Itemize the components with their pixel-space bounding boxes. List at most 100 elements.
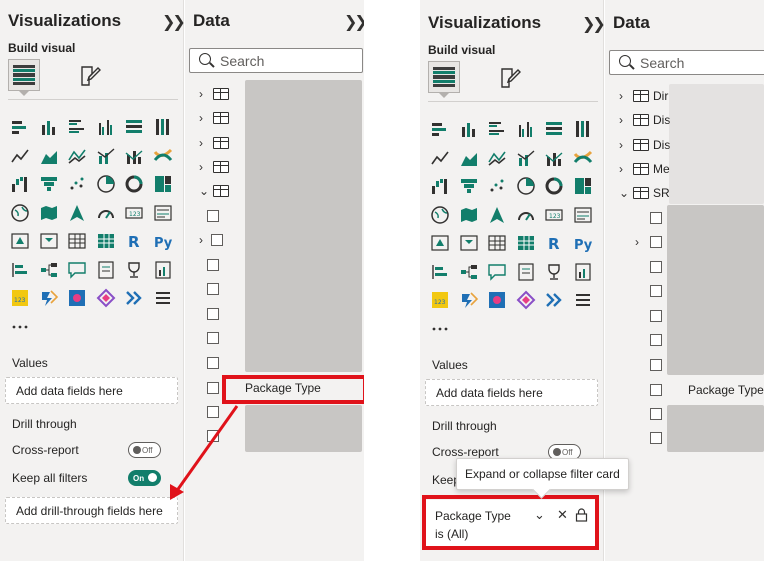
decomposition-tree-icon[interactable] [35, 256, 64, 285]
100-column-icon[interactable] [149, 113, 178, 142]
table-row[interactable]: › Dir [619, 85, 668, 107]
card-icon[interactable]: 123 [540, 201, 569, 230]
waterfall-icon[interactable] [6, 170, 35, 199]
format-visual-icon[interactable] [78, 64, 102, 88]
field-row[interactable] [207, 278, 219, 300]
collapse-visualizations-icon[interactable]: ❯❯ [582, 14, 606, 34]
field-row[interactable] [207, 401, 219, 423]
filled-map-icon[interactable] [35, 199, 64, 228]
table-row[interactable]: › Dis [619, 134, 670, 156]
treemap-icon[interactable] [149, 170, 178, 199]
field-row[interactable] [650, 403, 662, 425]
decomposition-tree-icon[interactable] [455, 258, 484, 287]
table-visual-icon[interactable] [483, 229, 512, 258]
map-icon[interactable] [6, 199, 35, 228]
ribbon-chart-icon[interactable] [569, 144, 598, 173]
narrative-icon[interactable] [92, 256, 121, 285]
paginated-report-icon[interactable] [569, 258, 598, 287]
field-row[interactable] [650, 280, 662, 302]
gauge-icon[interactable] [92, 199, 121, 228]
azure-map-icon[interactable] [483, 201, 512, 230]
chevron-visual-icon[interactable] [540, 286, 569, 315]
drill-through-well[interactable]: Add drill-through fields here [5, 497, 178, 524]
line-column-icon[interactable] [512, 144, 541, 173]
r-visual-icon[interactable]: R [120, 227, 149, 256]
field-row[interactable]: › [199, 229, 223, 251]
line-column-icon[interactable] [92, 142, 121, 171]
paginated-report-icon[interactable] [149, 256, 178, 285]
metric-card-icon[interactable]: 123 [426, 286, 455, 315]
python-visual-icon[interactable]: Py [569, 229, 598, 258]
kpi-icon[interactable] [426, 229, 455, 258]
matrix-icon[interactable] [92, 227, 121, 256]
funnel-icon[interactable] [455, 172, 484, 201]
stacked-area-icon[interactable] [483, 144, 512, 173]
field-row[interactable] [207, 205, 219, 227]
line-stacked-icon[interactable] [540, 144, 569, 173]
qna-icon[interactable] [63, 256, 92, 285]
field-row[interactable]: › [635, 231, 662, 253]
donut-icon[interactable] [540, 172, 569, 201]
field-row[interactable] [650, 427, 662, 449]
field-row[interactable] [207, 352, 219, 374]
field-row[interactable] [650, 329, 662, 351]
field-row[interactable] [650, 305, 662, 327]
list-icon[interactable] [149, 284, 178, 313]
search-input[interactable]: Search [609, 50, 764, 75]
key-influencers-icon[interactable] [426, 258, 455, 287]
table-row-expanded[interactable]: ⌄ [199, 180, 229, 202]
goals-icon[interactable] [120, 256, 149, 285]
field-row[interactable] [207, 425, 219, 447]
line-stacked-icon[interactable] [120, 142, 149, 171]
stacked-area-icon[interactable] [63, 142, 92, 171]
python-visual-icon[interactable]: Py [149, 227, 178, 256]
clustered-bar-icon[interactable] [63, 113, 92, 142]
filled-map-icon[interactable] [455, 201, 484, 230]
100-bar-icon[interactable] [540, 115, 569, 144]
area-chart-icon[interactable] [455, 144, 484, 173]
values-well[interactable]: Add data fields here [5, 377, 178, 404]
stacked-bar-icon[interactable] [6, 113, 35, 142]
clustered-column-icon[interactable] [92, 113, 121, 142]
multirow-card-icon[interactable] [569, 201, 598, 230]
collapse-data-icon[interactable]: ❯❯ [344, 12, 368, 32]
donut-icon[interactable] [120, 170, 149, 199]
ribbon-chart-icon[interactable] [149, 142, 178, 171]
table-row[interactable]: › [199, 156, 229, 178]
chevron-visual-icon[interactable] [120, 284, 149, 313]
card-icon[interactable]: 123 [120, 199, 149, 228]
table-row-expanded[interactable]: ⌄ SR [619, 182, 670, 204]
table-visual-icon[interactable] [63, 227, 92, 256]
gauge-icon[interactable] [512, 201, 541, 230]
field-row[interactable] [650, 354, 662, 376]
stacked-bar-icon[interactable] [426, 115, 455, 144]
azure-map-icon[interactable] [63, 199, 92, 228]
matrix-icon[interactable] [512, 229, 541, 258]
stacked-column-icon[interactable] [35, 113, 64, 142]
pie-icon[interactable] [92, 170, 121, 199]
waterfall-icon[interactable] [426, 172, 455, 201]
diamond-icon[interactable] [92, 284, 121, 313]
line-chart-icon[interactable] [426, 144, 455, 173]
keep-all-filters-toggle[interactable]: On [128, 470, 161, 486]
more-options-icon[interactable] [426, 315, 455, 344]
build-visual-tab[interactable] [428, 61, 460, 93]
table-row[interactable]: › Dis [619, 109, 670, 131]
table-row[interactable]: › [199, 132, 229, 154]
100-column-icon[interactable] [569, 115, 598, 144]
collapse-visualizations-icon[interactable]: ❯❯ [162, 12, 186, 32]
power-automate-icon[interactable] [35, 284, 64, 313]
field-row[interactable] [650, 256, 662, 278]
field-row[interactable] [207, 254, 219, 276]
slicer-icon[interactable] [35, 227, 64, 256]
field-row[interactable] [207, 303, 219, 325]
power-apps-icon[interactable] [63, 284, 92, 313]
field-row[interactable] [207, 327, 219, 349]
qna-icon[interactable] [483, 258, 512, 287]
100-bar-icon[interactable] [120, 113, 149, 142]
build-visual-tab[interactable] [8, 59, 40, 91]
stacked-column-icon[interactable] [455, 115, 484, 144]
search-input[interactable]: Search [189, 48, 363, 73]
r-visual-icon[interactable]: R [540, 229, 569, 258]
key-influencers-icon[interactable] [6, 256, 35, 285]
